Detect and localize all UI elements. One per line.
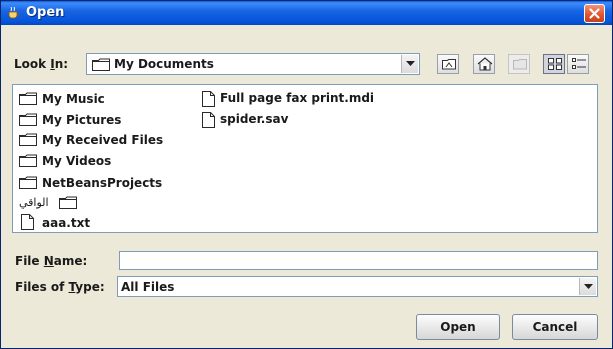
- folder-icon: [19, 176, 37, 189]
- new-folder-icon: [513, 59, 527, 70]
- cancel-button[interactable]: Cancel: [512, 314, 598, 340]
- open-dialog: Open Look In: My Documents My Music My P…: [0, 0, 613, 349]
- chevron-down-icon: [406, 61, 415, 66]
- file-name: My Music: [42, 92, 105, 106]
- up-one-level-button[interactable]: [437, 54, 459, 74]
- file-name: My Videos: [42, 154, 112, 168]
- list-view-button[interactable]: [543, 54, 565, 74]
- look-in-combo[interactable]: My Documents: [86, 53, 420, 75]
- file-name: الواقي: [19, 196, 49, 209]
- close-icon: [589, 8, 600, 19]
- chevron-down-icon: [584, 284, 593, 289]
- file-name: spider.sav: [220, 112, 289, 126]
- file-list-item[interactable]: NetBeansProjects: [19, 175, 189, 192]
- file-list-item[interactable]: الواقي: [19, 195, 189, 212]
- folder-icon: [19, 113, 37, 126]
- create-new-folder-button[interactable]: [508, 54, 530, 74]
- file-list-item[interactable]: spider.sav: [200, 111, 400, 128]
- file-list-item[interactable]: Full page fax print.mdi: [200, 90, 400, 107]
- folder-icon: [19, 133, 37, 146]
- java-cup-icon: [7, 6, 21, 19]
- file-icon: [202, 112, 215, 128]
- up-folder-icon: [442, 59, 456, 70]
- look-in-value: My Documents: [114, 57, 214, 71]
- home-button[interactable]: [473, 54, 495, 74]
- file-name: Full page fax print.mdi: [220, 91, 375, 105]
- look-in-label: Look In:: [14, 57, 69, 71]
- files-of-type-dropdown-button[interactable]: [579, 278, 596, 295]
- folder-icon: [92, 58, 110, 71]
- file-name-input[interactable]: [119, 251, 598, 270]
- file-list-item[interactable]: My Music: [19, 91, 189, 108]
- file-name: My Pictures: [42, 113, 122, 127]
- details-view-button[interactable]: [567, 54, 589, 74]
- file-list-item[interactable]: My Pictures: [19, 112, 189, 129]
- details-view-icon: [572, 58, 586, 69]
- file-icon: [21, 214, 34, 230]
- look-in-dropdown-button[interactable]: [401, 55, 418, 73]
- files-of-type-combo[interactable]: All Files: [117, 276, 598, 297]
- files-of-type-label: Files of Type:: [15, 280, 105, 294]
- folder-icon: [19, 154, 37, 167]
- file-list[interactable]: My Music My Pictures My Received Files M…: [12, 84, 598, 233]
- file-list-item[interactable]: My Videos: [19, 153, 189, 170]
- title-bar[interactable]: Open: [1, 1, 612, 25]
- folder-icon: [19, 92, 37, 105]
- file-list-item[interactable]: aaa.txt: [19, 214, 189, 232]
- folder-icon: [59, 196, 77, 209]
- open-button[interactable]: Open: [416, 314, 500, 340]
- list-view-icon: [548, 58, 562, 70]
- file-name-label: File Name:: [15, 254, 88, 268]
- file-list-item[interactable]: My Received Files: [19, 132, 189, 149]
- files-of-type-value: All Files: [121, 280, 175, 294]
- window-title: Open: [26, 5, 65, 20]
- close-button[interactable]: [584, 4, 605, 23]
- file-name: aaa.txt: [42, 216, 91, 230]
- file-icon: [202, 91, 215, 107]
- home-icon: [477, 57, 493, 71]
- file-name: NetBeansProjects: [42, 176, 163, 190]
- file-name: My Received Files: [42, 133, 164, 147]
